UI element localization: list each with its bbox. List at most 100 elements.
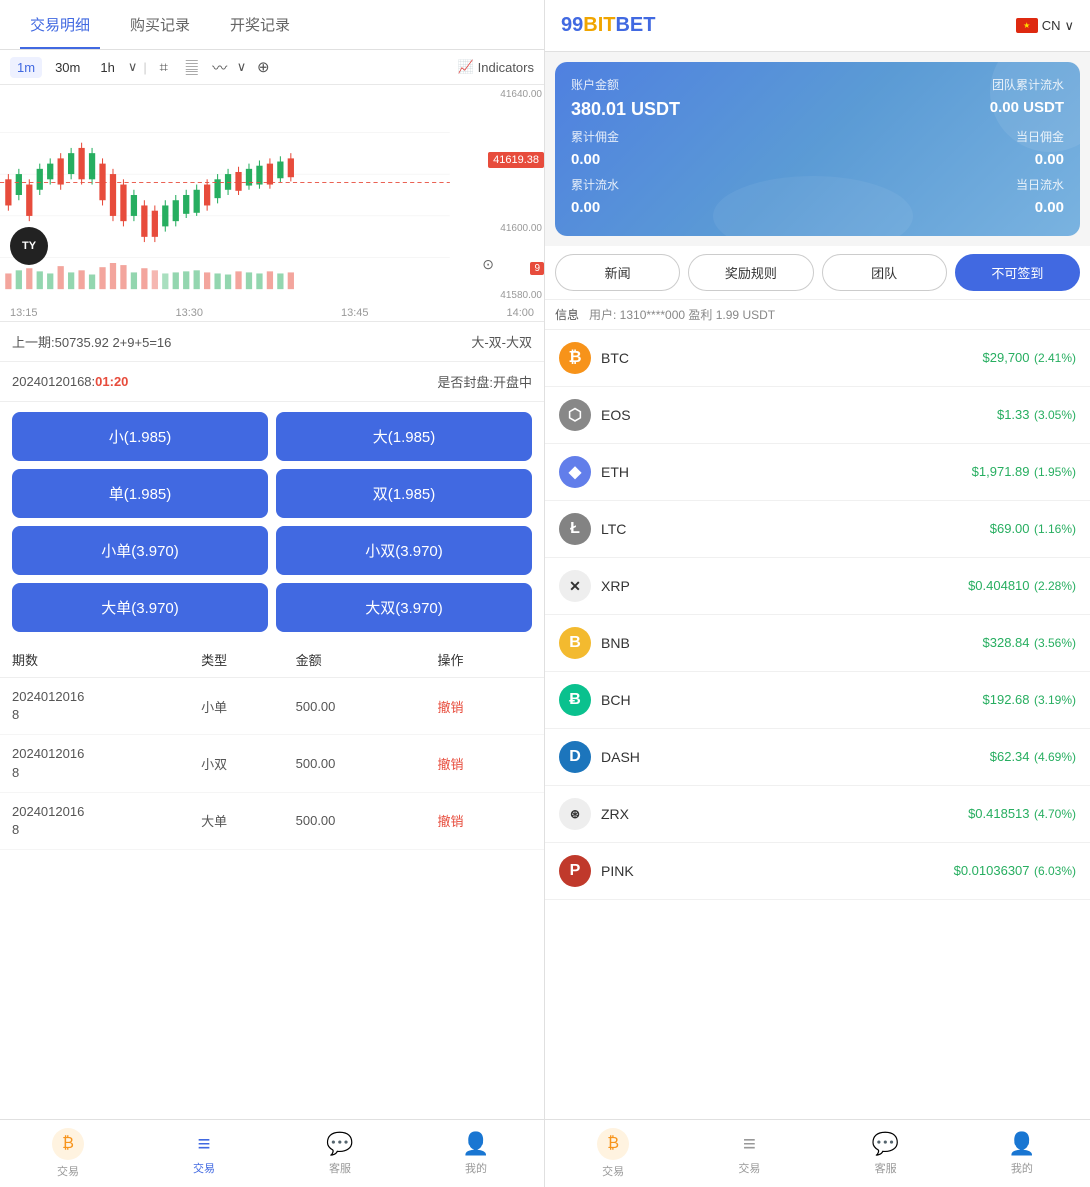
betting-grid: 小(1.985) 大(1.985) 单(1.985) 双(1.985) 小单(3… xyxy=(0,402,544,642)
bet-large[interactable]: 大(1.985) xyxy=(276,412,532,461)
crypto-item-ltc[interactable]: Ł LTC $69.00 (1.16%) xyxy=(545,501,1090,558)
period-info: 上一期:50735.92 2+9+5=16 大-双-大双 xyxy=(0,322,544,362)
time-1h[interactable]: 1h xyxy=(93,57,121,78)
market-status: 是否封盘:开盘中 xyxy=(437,372,532,391)
left-bottom-nav: ₿ 交易 ≡ 交易 💬 客服 👤 我的 xyxy=(0,1119,544,1187)
team-btn[interactable]: 团队 xyxy=(822,254,947,291)
bet-large-odd[interactable]: 大单(3.970) xyxy=(12,583,268,632)
info-ticker: 信息 用户: 1310****000 盈利 1.99 USDT xyxy=(545,300,1090,330)
eth-icon: ◆ xyxy=(559,456,591,488)
ticker-text: 用户: 1310****000 盈利 1.99 USDT xyxy=(589,306,775,323)
nav-service[interactable]: 💬 客服 xyxy=(272,1120,408,1187)
bet-small[interactable]: 小(1.985) xyxy=(12,412,268,461)
chart-x-labels: 13:15 13:30 13:45 14:00 xyxy=(0,305,544,322)
cum-commission-value: 0.00 xyxy=(571,151,600,168)
bet-even[interactable]: 双(1.985) xyxy=(276,469,532,518)
right-nav-profile[interactable]: 👤 我的 xyxy=(954,1120,1090,1187)
indicators-button[interactable]: 📈 Indicators xyxy=(457,59,534,75)
right-trade-icon: ≡ xyxy=(743,1131,756,1157)
chevron-down-icon: ∨ xyxy=(128,59,138,75)
cancel-btn-1[interactable]: 撤销 xyxy=(437,754,532,773)
chart-badge-9: 9 xyxy=(530,262,544,275)
crypto-item-eth[interactable]: ◆ ETH $1,971.89 (1.95%) xyxy=(545,444,1090,501)
eos-icon: ⬡ xyxy=(559,399,591,431)
bar-chart-icon[interactable]: 𝄛 xyxy=(181,56,203,78)
right-bottom-nav: ₿ 交易 ≡ 交易 💬 客服 👤 我的 xyxy=(545,1119,1090,1187)
today-flow-label: 当日流水 xyxy=(1016,176,1064,193)
chat-icon: 💬 xyxy=(326,1131,353,1157)
period-last: 上一期:50735.92 2+9+5=16 xyxy=(12,332,171,351)
right-nav-service[interactable]: 💬 客服 xyxy=(818,1120,954,1187)
chart-current-price: 41619.38 xyxy=(488,152,544,168)
balance-value: 380.01 USDT xyxy=(571,99,680,120)
right-nav-btc[interactable]: ₿ 交易 xyxy=(545,1120,681,1187)
crypto-item-pink[interactable]: P PINK $0.01036307 (6.03%) xyxy=(545,843,1090,900)
timer-display: 20240120168:01:20 xyxy=(12,374,128,389)
time-1m[interactable]: 1m xyxy=(10,57,42,78)
table-row: 20240120168 小双 500.00 撤销 xyxy=(0,735,544,792)
bet-small-even[interactable]: 小双(3.970) xyxy=(276,526,532,575)
right-bitcoin-icon: ₿ xyxy=(597,1128,629,1160)
right-user-icon: 👤 xyxy=(1008,1131,1035,1157)
bch-icon: Ƀ xyxy=(559,684,591,716)
nav-trade[interactable]: ≡ 交易 xyxy=(136,1120,272,1187)
cum-flow-label: 累计流水 xyxy=(571,176,619,193)
brand-logo: 99BITBET xyxy=(561,14,655,37)
pink-icon: P xyxy=(559,855,591,887)
rewards-btn[interactable]: 奖励规则 xyxy=(688,254,813,291)
language-selector[interactable]: ★ CN ∨ xyxy=(1016,18,1074,34)
crypto-item-bch[interactable]: Ƀ BCH $192.68 (3.19%) xyxy=(545,672,1090,729)
nav-profile[interactable]: 👤 我的 xyxy=(408,1120,544,1187)
chart-toolbar: 1m 30m 1h ∨ | ⌗ 𝄛 〰 ∨ ⊕ 📈 Indicators xyxy=(0,50,544,85)
tab-transaction-detail[interactable]: 交易明细 xyxy=(10,0,110,49)
tab-bar: 交易明细 购买记录 开奖记录 xyxy=(0,0,544,50)
team-flow-label: 团队累计流水 xyxy=(992,76,1064,93)
crypto-item-btc[interactable]: ₿ BTC $29,700 (2.41%) xyxy=(545,330,1090,387)
left-panel: 交易明细 购买记录 开奖记录 1m 30m 1h ∨ | ⌗ 𝄛 〰 ∨ ⊕ 📈… xyxy=(0,0,545,1187)
eye-icon[interactable]: ⊙ xyxy=(482,256,494,273)
news-btn[interactable]: 新闻 xyxy=(555,254,680,291)
timer-row: 20240120168:01:20 是否封盘:开盘中 xyxy=(0,362,544,402)
dropdown-arrow: ∨ xyxy=(1064,18,1074,34)
crypto-item-xrp[interactable]: ✕ XRP $0.404810 (2.28%) xyxy=(545,558,1090,615)
nav-btc[interactable]: ₿ 交易 xyxy=(0,1120,136,1187)
crypto-item-bnb[interactable]: B BNB $328.84 (3.56%) xyxy=(545,615,1090,672)
crypto-item-eos[interactable]: ⬡ EOS $1.33 (3.05%) xyxy=(545,387,1090,444)
today-commission-label: 当日佣金 xyxy=(1016,128,1064,145)
ltc-icon: Ł xyxy=(559,513,591,545)
language-label: CN xyxy=(1042,18,1061,33)
bet-small-odd[interactable]: 小单(3.970) xyxy=(12,526,268,575)
right-panel: 99BITBET ★ CN ∨ 账户金额 团队累计流水 380.01 USDT … xyxy=(545,0,1090,1187)
cancel-btn-0[interactable]: 撤销 xyxy=(437,697,532,716)
user-icon: 👤 xyxy=(462,1131,489,1157)
right-chat-icon: 💬 xyxy=(872,1131,899,1157)
chart-type-dropdown[interactable]: ∨ xyxy=(237,59,247,75)
xrp-icon: ✕ xyxy=(559,570,591,602)
bet-odd[interactable]: 单(1.985) xyxy=(12,469,268,518)
crypto-item-dash[interactable]: D DASH $62.34 (4.69%) xyxy=(545,729,1090,786)
line-chart-icon[interactable]: 〰 xyxy=(209,56,231,78)
bet-large-even[interactable]: 大双(3.970) xyxy=(276,583,532,632)
account-card: 账户金额 团队累计流水 380.01 USDT 0.00 USDT 累计佣金 当… xyxy=(555,62,1080,236)
team-flow-value: 0.00 USDT xyxy=(990,99,1064,120)
signin-btn[interactable]: 不可签到 xyxy=(955,254,1080,291)
indicators-chart-icon: 📈 xyxy=(457,59,473,75)
right-nav-trade[interactable]: ≡ 交易 xyxy=(681,1120,817,1187)
table-row: 20240120168 小单 500.00 撤销 xyxy=(0,678,544,735)
time-30m[interactable]: 30m xyxy=(48,57,87,78)
cum-flow-value: 0.00 xyxy=(571,199,600,216)
zrx-icon: ⊛ xyxy=(559,798,591,830)
dash-icon: D xyxy=(559,741,591,773)
chevron-down-icon2: ∨ xyxy=(237,59,247,75)
cancel-btn-2[interactable]: 撤销 xyxy=(437,811,532,830)
plus-icon[interactable]: ⊕ xyxy=(252,56,274,78)
chart-area: 41640.00 41620.00 41600.00 41580.00 4161… xyxy=(0,85,544,305)
table-header: 期数 类型 金额 操作 xyxy=(0,642,544,678)
tab-draw-record[interactable]: 开奖记录 xyxy=(210,0,310,49)
cn-flag: ★ xyxy=(1016,18,1038,33)
trade-icon: ≡ xyxy=(198,1131,211,1157)
crypto-item-zrx[interactable]: ⊛ ZRX $0.418513 (4.70%) xyxy=(545,786,1090,843)
time-dropdown[interactable]: ∨ xyxy=(128,59,138,75)
candle-icon[interactable]: ⌗ xyxy=(153,56,175,78)
tab-purchase-record[interactable]: 购买记录 xyxy=(110,0,210,49)
